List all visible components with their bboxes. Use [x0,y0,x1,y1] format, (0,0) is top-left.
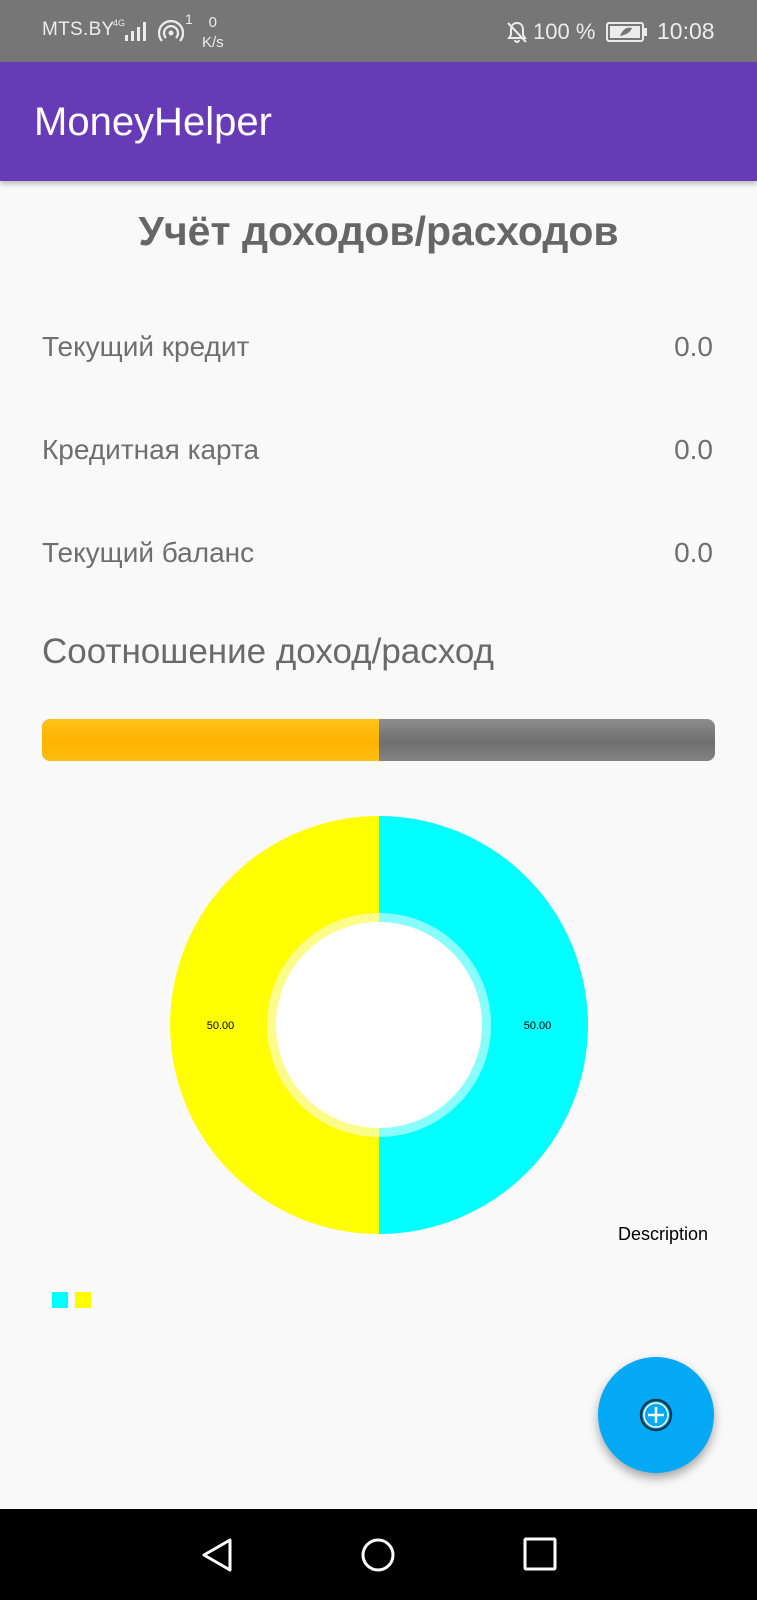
net-speed-unit: K/s [202,34,224,51]
legend-swatch [75,1292,91,1308]
battery-percent: 100 % [533,19,596,44]
add-circle-icon [639,1398,673,1432]
status-bar: MTS.BY 4G 1 0 K/s 100 % 10:08 [0,0,757,62]
chart-description: Description [617,1224,708,1244]
donut-hole [276,922,482,1128]
income-expense-progress-bar [42,719,715,761]
back-icon[interactable] [200,1537,234,1573]
page-heading: Учёт доходов/расходов [138,208,619,254]
net-speed-value: 0 [208,14,218,31]
navigation-bar [0,1509,757,1600]
ratio-title: Соотношение доход/расход [42,632,494,671]
current-credit-value: 0.0 [674,331,713,362]
bell-off-icon [507,21,527,43]
legend-swatch [52,1292,68,1308]
current-balance-label: Текущий баланс [42,537,255,568]
hotspot-icon [158,20,184,42]
pie-slice-label: 50.00 [207,1020,235,1032]
net-speed: 0 K/s [202,13,224,53]
clock: 10:08 [657,18,715,44]
carrier-label: MTS.BY [42,19,115,40]
app-title: MoneyHelper [34,100,272,144]
add-button[interactable] [598,1357,714,1473]
pie-slice-label: 50.00 [524,1020,552,1032]
app-bar: MoneyHelper [0,62,757,181]
home-icon[interactable] [360,1537,396,1573]
current-balance-value: 0.0 [674,537,713,568]
current-credit-label: Текущий кредит [42,331,250,362]
credit-card-value: 0.0 [674,434,713,465]
battery-saver-icon [606,22,647,42]
progress-fill [42,719,379,761]
recents-icon[interactable] [523,1537,557,1571]
credit-card-label: Кредитная карта [42,434,260,465]
hotspot-count: 1 [185,11,193,27]
signal-icon [125,22,146,41]
donut-chart[interactable]: 50.00 50.00 [169,815,589,1235]
